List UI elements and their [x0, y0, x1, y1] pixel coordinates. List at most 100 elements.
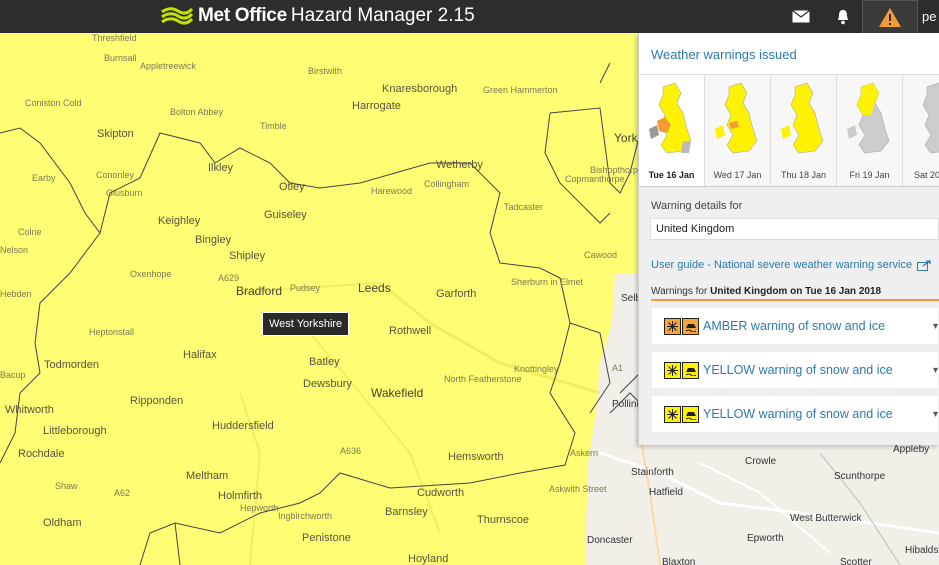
town-label: Harewood [371, 186, 413, 196]
town-label: Appletreewick [140, 61, 197, 71]
town-label: Blaxton [662, 557, 696, 565]
town-label: Hepworth [240, 503, 279, 513]
town-label: Batley [309, 356, 340, 368]
town-label: Hatfield [649, 487, 683, 498]
town-label: Guiseley [264, 209, 307, 221]
warning-label: YELLOW warning of snow and ice [703, 407, 893, 421]
town-label: Meltham [186, 470, 229, 482]
town-label: Tadcaster [504, 202, 544, 212]
chevron-down-icon: ▾ [932, 320, 938, 332]
town-label: Heptonstall [89, 327, 135, 337]
day-tab-fri[interactable]: Fri 19 Jan [837, 75, 903, 186]
town-label: Oldham [43, 517, 82, 529]
brand[interactable]: Met Office Hazard Manager 2.15 [160, 3, 475, 29]
town-label: Appleby [893, 444, 930, 455]
town-label: Askern [570, 448, 599, 458]
town-label: Rothwell [389, 325, 432, 337]
warning-item-yellow[interactable]: YELLOW warning of snow and ice ▾ [651, 395, 939, 433]
town-label: Cononley [96, 170, 135, 180]
town-label: Scunthorpe [834, 471, 886, 482]
town-label: Doncaster [587, 535, 633, 546]
mail-icon[interactable] [788, 0, 814, 33]
town-label: Oxenhope [130, 269, 172, 279]
town-label: Epworth [747, 533, 784, 544]
day-tab-wed[interactable]: Wed 17 Jan [705, 75, 771, 186]
warnings-prefix: Warnings for [651, 286, 708, 297]
warnings-panel: Weather warnings issued Tue 16 Jan Wed 1… [638, 33, 939, 445]
town-label: Timble [260, 121, 287, 131]
town-label: Stainforth [631, 467, 674, 478]
town-label: Hibaldstow [905, 545, 939, 556]
town-label: Bradford [236, 284, 283, 298]
town-label: Sherburn in Elmet [511, 277, 584, 287]
town-label: Nelson [0, 245, 29, 255]
town-label: Hemsworth [448, 451, 504, 463]
day-tab-thu[interactable]: Thu 18 Jan [771, 75, 837, 186]
town-label: Cudworth [417, 487, 465, 499]
town-label: Knaresborough [382, 83, 458, 95]
town-label: Ilkley [208, 162, 234, 174]
town-label: Coniston Cold [25, 98, 82, 108]
town-label: Thurnscoe [477, 514, 529, 526]
warning-item-amber[interactable]: AMBER warning of snow and ice ▾ [651, 307, 939, 345]
town-label: Shipley [229, 250, 266, 262]
day-tab-tue[interactable]: Tue 16 Jan [639, 75, 705, 186]
day-label: Fri 19 Jan [849, 170, 890, 180]
app-name: Hazard Manager 2.15 [290, 5, 475, 26]
user-guide-text: User guide - National severe weather war… [651, 259, 913, 271]
town-label: Bingley [195, 234, 232, 246]
warning-triangle-icon[interactable] [862, 0, 918, 34]
uk-map-thumbnail [846, 82, 889, 154]
town-label: Penistone [302, 532, 351, 544]
warning-icons [664, 361, 700, 379]
town-label: Harrogate [352, 100, 401, 112]
warning-icons [664, 317, 700, 335]
town-label: Cawood [584, 250, 618, 260]
warning-label: YELLOW warning of snow and ice [703, 363, 893, 377]
town-label: West Butterwick [790, 513, 862, 524]
town-label: Skipton [97, 128, 134, 140]
uk-map-thumbnail [780, 82, 823, 154]
user-guide-link[interactable]: User guide - National severe weather war… [651, 259, 939, 271]
town-label: Shaw [55, 481, 78, 491]
town-label: Barnsley [385, 506, 428, 518]
town-label: North Featherstone [444, 374, 522, 384]
region-tooltip: West Yorkshire [262, 312, 350, 336]
road-label: A629 [218, 273, 240, 283]
town-label: Whitworth [5, 404, 54, 416]
user-menu[interactable]: pe [922, 0, 939, 33]
town-label: Collingham [424, 179, 470, 189]
warnings-for: United Kingdom on Tue 16 Jan 2018 [710, 286, 882, 297]
road-label: A636 [340, 446, 362, 456]
day-tab-sat[interactable]: Sat 20 Jan [903, 75, 939, 186]
town-label: Ripponden [130, 395, 184, 407]
warning-icons [664, 405, 700, 423]
snowflake-icon [664, 361, 681, 379]
bell-icon[interactable] [832, 0, 854, 33]
day-label: Sat 20 Jan [913, 170, 939, 180]
town-label: Hebden [0, 289, 32, 299]
town-label: Colne [18, 227, 42, 237]
warning-label: AMBER warning of snow and ice [703, 319, 886, 333]
town-label: Burnsall [104, 53, 137, 63]
town-label: Copmanthorpe [565, 174, 625, 184]
town-label: Keighley [158, 215, 201, 227]
brand-name: Met Office [198, 5, 287, 26]
town-label: Huddersfield [212, 420, 274, 432]
road-label: A1 [612, 363, 624, 373]
town-label: Bolton Abbey [170, 107, 224, 117]
warning-item-yellow[interactable]: YELLOW warning of snow and ice ▾ [651, 351, 939, 389]
town-label: Otley [279, 181, 305, 193]
town-label: Askwith Street [549, 484, 607, 494]
region-select[interactable]: United Kingdom [650, 218, 939, 240]
town-label: Hoyland [408, 553, 449, 565]
logo-waves-icon [161, 7, 194, 25]
uk-map-thumbnail [648, 82, 691, 154]
town-label: Todmorden [44, 359, 100, 371]
uk-map-thumbnail [922, 82, 939, 154]
town-label: Dewsbury [303, 378, 352, 390]
town-label: Birstwith [308, 66, 343, 76]
town-label: Rochdale [18, 448, 65, 460]
slippery-car-icon [682, 317, 699, 335]
road-label: A62 [114, 488, 131, 498]
